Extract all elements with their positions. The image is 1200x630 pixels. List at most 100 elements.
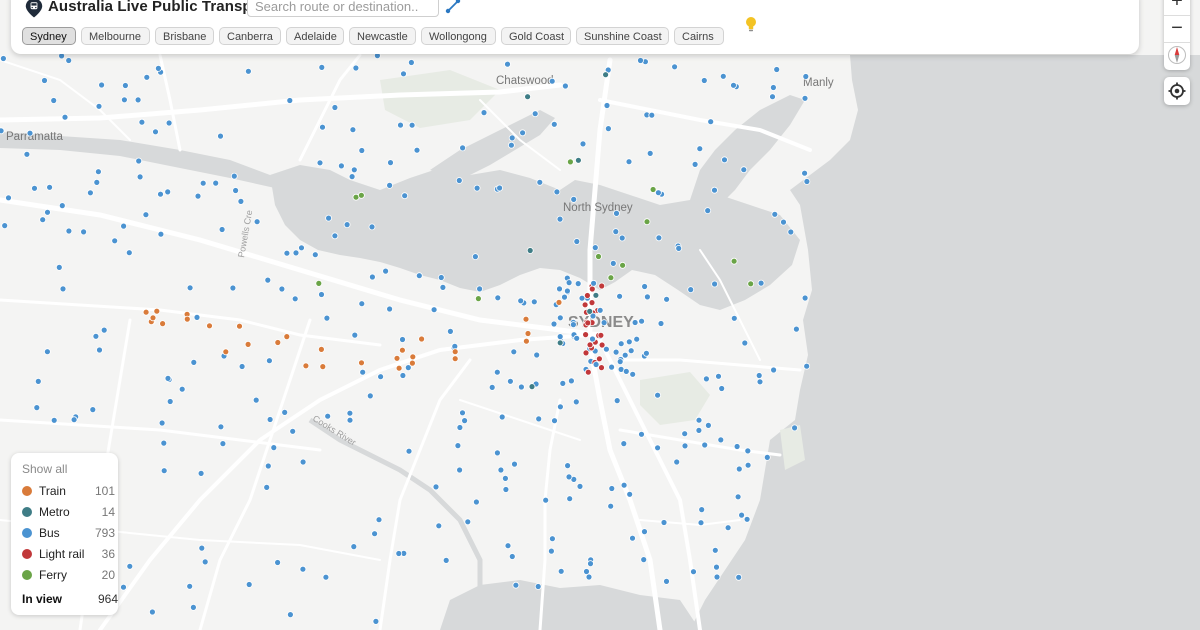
train-marker[interactable] <box>398 346 406 354</box>
metro-marker[interactable] <box>575 156 582 164</box>
light-rail-marker[interactable] <box>582 331 589 339</box>
bus-marker[interactable] <box>120 222 127 230</box>
bus-marker[interactable] <box>299 565 307 573</box>
bus-marker[interactable] <box>801 294 809 302</box>
bus-marker[interactable] <box>617 340 625 348</box>
bus-marker[interactable] <box>691 160 699 168</box>
bus-marker[interactable] <box>337 162 345 170</box>
bus-marker[interactable] <box>507 141 515 149</box>
bus-marker[interactable] <box>565 473 573 481</box>
bus-marker[interactable] <box>771 210 779 218</box>
bus-marker[interactable] <box>331 232 339 240</box>
bus-marker[interactable] <box>33 404 41 412</box>
bus-marker[interactable] <box>493 368 501 376</box>
bus-marker[interactable] <box>638 430 645 438</box>
ferry-marker[interactable] <box>567 158 574 166</box>
bus-marker[interactable] <box>70 416 78 424</box>
bus-marker[interactable] <box>603 102 611 109</box>
bus-marker[interactable] <box>58 202 66 210</box>
bus-marker[interactable] <box>316 159 324 167</box>
bus-marker[interactable] <box>531 110 539 118</box>
bus-marker[interactable] <box>721 156 728 164</box>
bus-marker[interactable] <box>349 126 357 134</box>
bus-marker[interactable] <box>194 192 202 200</box>
bus-marker[interactable] <box>348 173 356 181</box>
bus-marker[interactable] <box>324 412 332 420</box>
train-marker[interactable] <box>555 298 563 306</box>
bus-marker[interactable] <box>616 358 624 366</box>
train-marker[interactable] <box>358 359 365 367</box>
bus-marker[interactable] <box>711 186 718 194</box>
bus-marker[interactable] <box>134 96 142 104</box>
bus-marker[interactable] <box>496 184 504 192</box>
bus-marker[interactable] <box>715 372 722 380</box>
bus-marker[interactable] <box>681 442 689 450</box>
bus-marker[interactable] <box>591 244 599 252</box>
bus-marker[interactable] <box>744 447 752 455</box>
bus-marker[interactable] <box>346 416 354 424</box>
bus-marker[interactable] <box>508 553 516 560</box>
metro-marker[interactable] <box>526 247 534 254</box>
bus-marker[interactable] <box>266 416 274 423</box>
bus-marker[interactable] <box>98 81 105 89</box>
bus-marker[interactable] <box>31 184 38 192</box>
bus-marker[interactable] <box>740 166 748 174</box>
bus-marker[interactable] <box>350 166 358 174</box>
bus-marker[interactable] <box>627 347 635 355</box>
bus-marker[interactable] <box>625 338 633 346</box>
metro-marker[interactable] <box>524 93 531 101</box>
bus-marker[interactable] <box>1 222 9 230</box>
bus-marker[interactable] <box>311 251 319 259</box>
bus-marker[interactable] <box>704 207 712 215</box>
bus-marker[interactable] <box>644 293 651 301</box>
bus-marker[interactable] <box>164 188 172 196</box>
bus-marker[interactable] <box>178 385 186 393</box>
bus-marker[interactable] <box>323 314 331 322</box>
bus-marker[interactable] <box>46 183 53 191</box>
bus-marker[interactable] <box>519 129 526 137</box>
bus-marker[interactable] <box>637 57 644 64</box>
light-rail-marker[interactable] <box>598 364 605 372</box>
bus-marker[interactable] <box>583 568 590 575</box>
bus-marker[interactable] <box>556 215 564 223</box>
bus-marker[interactable] <box>93 178 101 186</box>
bus-marker[interactable] <box>633 335 641 343</box>
bus-marker[interactable] <box>696 145 704 153</box>
bus-marker[interactable] <box>629 534 636 542</box>
metro-marker[interactable] <box>586 307 594 315</box>
bus-marker[interactable] <box>711 280 718 288</box>
bus-marker[interactable] <box>218 226 226 233</box>
bus-marker[interactable] <box>493 449 501 457</box>
bus-marker[interactable] <box>186 582 194 590</box>
bus-marker[interactable] <box>556 333 564 341</box>
bus-marker[interactable] <box>719 72 727 80</box>
train-marker[interactable] <box>222 348 230 356</box>
bus-marker[interactable] <box>358 147 366 154</box>
train-marker[interactable] <box>408 359 416 367</box>
bus-marker[interactable] <box>126 562 134 570</box>
bus-marker[interactable] <box>530 298 538 306</box>
bus-marker[interactable] <box>608 363 615 371</box>
bus-marker[interactable] <box>41 77 48 84</box>
bus-marker[interactable] <box>442 557 450 564</box>
bus-marker[interactable] <box>673 458 681 466</box>
bus-marker[interactable] <box>549 535 556 543</box>
bus-marker[interactable] <box>562 82 569 90</box>
train-marker[interactable] <box>244 340 252 348</box>
train-marker[interactable] <box>522 315 530 323</box>
bus-marker[interactable] <box>26 129 34 137</box>
bus-marker[interactable] <box>217 132 224 140</box>
bus-marker[interactable] <box>756 378 764 386</box>
bus-marker[interactable] <box>713 563 720 571</box>
train-marker[interactable] <box>418 335 426 343</box>
bus-marker[interactable] <box>511 460 518 468</box>
legend-item-metro[interactable]: Metro 14 <box>22 504 115 520</box>
train-marker[interactable] <box>524 330 532 337</box>
bus-marker[interactable] <box>641 528 648 535</box>
bus-marker[interactable] <box>730 314 738 322</box>
bus-marker[interactable] <box>663 295 670 303</box>
bus-marker[interactable] <box>430 306 438 314</box>
bus-marker[interactable] <box>65 227 73 235</box>
light-rail-marker[interactable] <box>598 282 606 290</box>
city-chip-sydney[interactable]: Sydney <box>22 27 76 45</box>
